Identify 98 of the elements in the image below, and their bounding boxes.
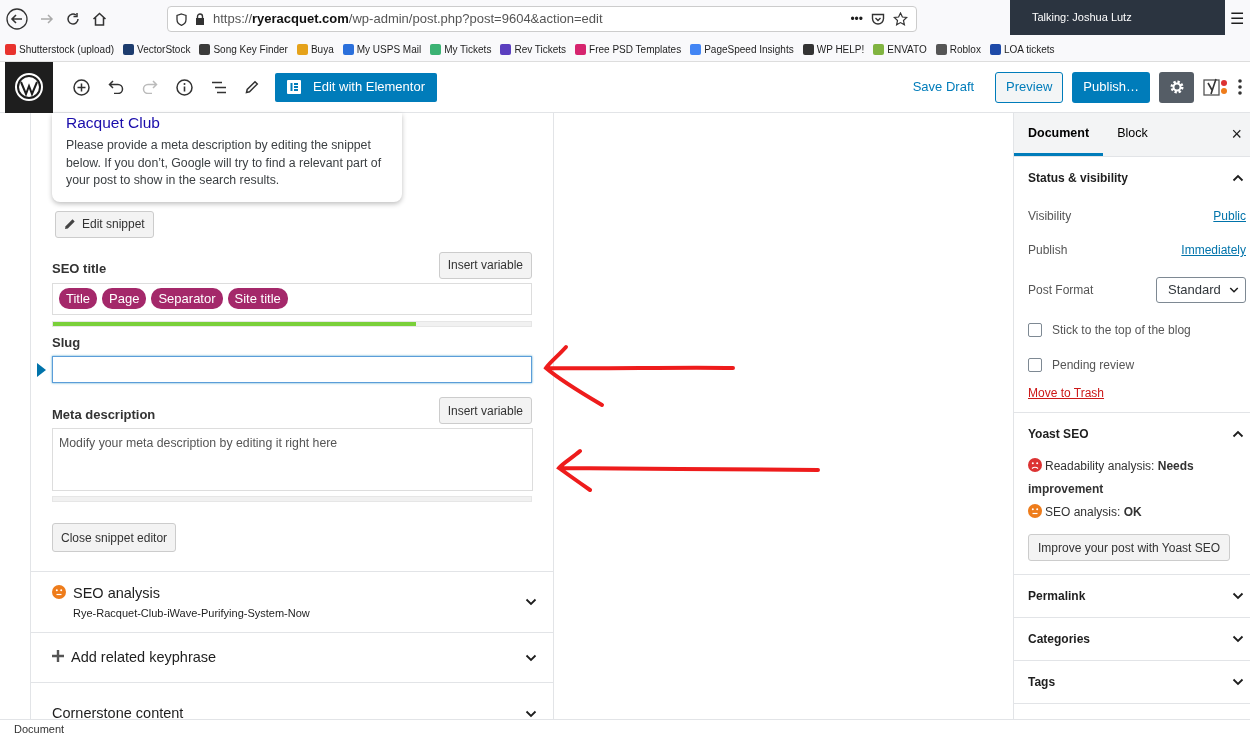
bookmark-link[interactable]: LOA tickets xyxy=(989,42,1055,57)
seo-title-field[interactable]: Title Page Separator Site title xyxy=(52,282,532,315)
post-format-select[interactable]: Standard xyxy=(1156,276,1246,303)
checkbox-label: Pending review xyxy=(1052,356,1135,374)
chevron-icon[interactable] xyxy=(1232,174,1244,182)
more-icon[interactable]: ••• xyxy=(850,10,863,28)
elementor-icon xyxy=(287,80,301,94)
chevron-icon[interactable] xyxy=(525,598,537,606)
variable-tag: Page xyxy=(102,287,147,310)
url-field[interactable]: https://ryeracquet.com/wp-admin/post.php?post=9604&action=edit ••• xyxy=(167,6,917,32)
bookmark-link[interactable]: PageSpeed Insights xyxy=(690,42,794,57)
setting-link[interactable]: Immediately xyxy=(1181,241,1246,259)
bookmark-link[interactable]: WP HELP! xyxy=(802,42,865,57)
panel-title: Yoast SEO xyxy=(1028,426,1089,443)
meta-description-field[interactable]: Modify your meta description by editing it right here xyxy=(52,428,533,491)
bookmark-link[interactable]: VectorStock xyxy=(123,42,191,57)
panel-title: Permalink xyxy=(1028,588,1086,605)
gear-icon xyxy=(1168,79,1185,95)
close-icon[interactable]: × xyxy=(1231,121,1250,148)
bookmark-link[interactable]: Rev Tickets xyxy=(500,42,567,57)
focus-marker-icon xyxy=(37,362,46,377)
bookmark-link[interactable]: My USPS Mail xyxy=(342,42,422,57)
checkbox[interactable] xyxy=(1028,322,1042,337)
shield-icon xyxy=(176,12,187,26)
variable-tag: Title xyxy=(59,287,98,310)
insert-variable-button[interactable]: Insert variable xyxy=(438,251,532,279)
accordion-section[interactable]: Add related keyphrase xyxy=(31,632,553,682)
bookmark-link[interactable]: My Tickets xyxy=(430,42,492,57)
close-snippet-editor-button[interactable]: Close snippet editor xyxy=(52,523,177,552)
bookmark-link[interactable]: Roblox xyxy=(935,42,981,57)
meta-description-label: Meta description xyxy=(52,405,156,424)
snippet-description: Please provide a meta description by editing the snippet below. If you don’t, Google will try to find a relevant part of your post to show in the search results. xyxy=(66,137,383,189)
chevron-icon[interactable] xyxy=(525,709,537,718)
notification-popup: Talking: Joshua Lutz xyxy=(1010,0,1225,35)
plus-icon xyxy=(52,649,64,662)
slug-field[interactable] xyxy=(52,356,532,383)
panel-title: Status & visibility xyxy=(1028,170,1129,187)
breadcrumb-text: Document xyxy=(14,723,65,733)
checkbox-label: Stick to the top of the blog xyxy=(1052,321,1191,339)
section-title: SEO analysis xyxy=(73,583,162,603)
star-icon[interactable] xyxy=(893,12,908,26)
variable-tag: Separator xyxy=(151,287,223,310)
home-icon[interactable] xyxy=(92,12,107,26)
lock-icon xyxy=(195,13,205,25)
elementor-button[interactable]: Edit with Elementor xyxy=(275,72,437,102)
move-to-trash-link[interactable]: Move to Trash xyxy=(1028,384,1105,402)
section-subtitle: Rye-Racquet-Club-iWave-Purifying-System-Now xyxy=(73,605,310,621)
settings-button[interactable] xyxy=(1159,71,1194,103)
pocket-icon[interactable] xyxy=(871,12,885,26)
panel-title: Categories xyxy=(1028,631,1091,648)
undo-icon[interactable] xyxy=(108,80,124,94)
info-icon[interactable] xyxy=(176,78,193,96)
reload-icon[interactable] xyxy=(66,12,80,26)
menu-icon[interactable]: ☰ xyxy=(1230,7,1244,31)
section-title: Cornerstone content xyxy=(52,703,184,723)
chevron-icon[interactable] xyxy=(1232,678,1244,686)
back-icon[interactable] xyxy=(6,8,28,30)
url-text: https://ryeracquet.com/wp-admin/post.php?post=9604&action=edit xyxy=(213,10,603,29)
outline-icon[interactable] xyxy=(211,80,227,94)
accordion-section[interactable]: Cornerstone content xyxy=(31,682,553,722)
bookmark-link[interactable]: Buya xyxy=(296,42,334,57)
wordpress-logo[interactable] xyxy=(5,61,53,113)
accordion-section[interactable]: SEO analysis Rye-Racquet-Club-iWave-Purifying-System-Now xyxy=(31,571,553,632)
publish-button[interactable]: Publish… xyxy=(1072,71,1150,103)
more-options-icon[interactable] xyxy=(1238,79,1242,95)
insert-variable-button[interactable]: Insert variable xyxy=(438,397,532,424)
field-label: Visibility xyxy=(1028,208,1072,225)
variable-tag: Site title xyxy=(227,287,288,310)
save-draft-link[interactable]: Save Draft xyxy=(912,77,975,97)
section-title: Add related keyphrase xyxy=(71,647,217,667)
field-label: Post Format xyxy=(1028,281,1094,299)
setting-link[interactable]: Public xyxy=(1213,207,1246,225)
seo-title-label: SEO title xyxy=(52,260,107,278)
snippet-title: Racquet Club xyxy=(66,113,161,133)
sidebar-tab[interactable]: Block xyxy=(1103,113,1162,156)
add-icon[interactable] xyxy=(73,78,90,96)
checkbox[interactable] xyxy=(1028,357,1042,372)
chevron-icon[interactable] xyxy=(1232,430,1244,438)
bookmark-link[interactable]: ENVATO xyxy=(873,42,927,57)
analysis-text: SEO analysis: OK xyxy=(1045,505,1142,519)
analysis-text: Readability analysis: Needs improvement xyxy=(1028,459,1194,496)
chevron-icon xyxy=(1229,285,1239,294)
bookmark-link[interactable]: Song Key Finder xyxy=(199,42,288,57)
edit-snippet-button[interactable]: Edit snippet xyxy=(55,210,154,238)
improve-post-button[interactable]: Improve your post with Yoast SEO xyxy=(1028,534,1231,561)
chevron-icon[interactable] xyxy=(1232,635,1244,643)
pencil-icon xyxy=(64,218,76,230)
field-label: Publish xyxy=(1028,242,1068,259)
bookmark-link[interactable]: Free PSD Templates xyxy=(575,42,682,57)
chevron-icon[interactable] xyxy=(525,653,537,662)
slug-label: Slug xyxy=(52,333,82,352)
pencil-icon[interactable] xyxy=(245,80,259,94)
chevron-icon[interactable] xyxy=(1232,592,1244,600)
bookmark-link[interactable]: Shutterstock (upload) xyxy=(5,42,115,57)
panel-title: Tags xyxy=(1028,674,1056,691)
preview-button[interactable]: Preview xyxy=(995,71,1064,103)
yoast-icon[interactable] xyxy=(1203,77,1229,97)
sidebar-tab[interactable]: Document xyxy=(1014,113,1104,156)
